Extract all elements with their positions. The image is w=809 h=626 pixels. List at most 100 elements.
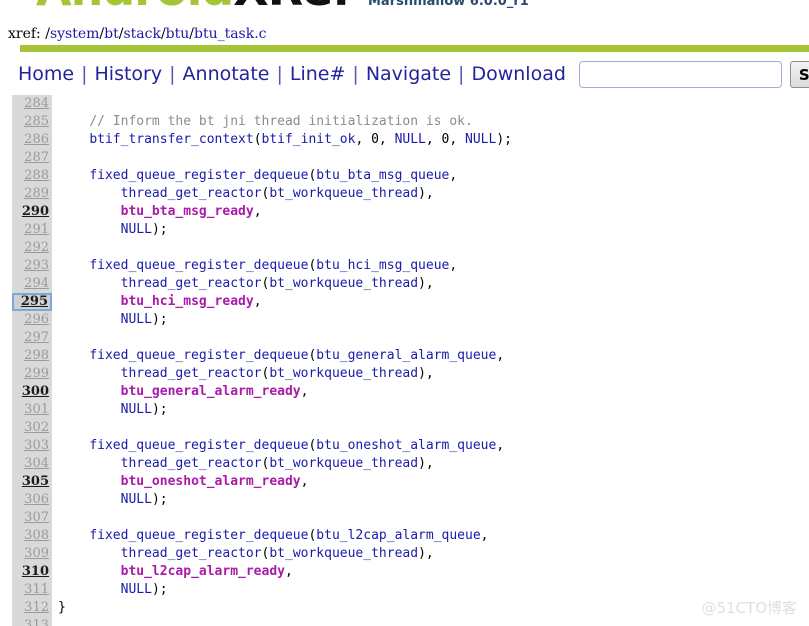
code-punctuation bbox=[58, 312, 121, 327]
code-punctuation bbox=[58, 492, 121, 507]
line-number-310[interactable]: 310 bbox=[12, 563, 52, 581]
code-definition-link[interactable]: btu_oneshot_alarm_ready bbox=[121, 474, 301, 489]
code-punctuation: ), bbox=[418, 456, 434, 471]
code-definition-link[interactable]: btu_hci_msg_ready bbox=[121, 294, 254, 309]
code-identifier-link[interactable]: NULL bbox=[465, 132, 496, 147]
nav-link-navigate[interactable]: Navigate bbox=[359, 54, 458, 94]
line-number-309[interactable]: 309 bbox=[12, 545, 52, 563]
code-identifier-link[interactable]: fixed_queue_register_dequeue bbox=[89, 258, 308, 273]
line-number-311[interactable]: 311 bbox=[12, 581, 52, 599]
code-identifier-link[interactable]: btif_init_ok bbox=[262, 132, 356, 147]
code-line-text: btif_transfer_context(btif_init_ok, 0, N… bbox=[58, 131, 512, 149]
line-number-296[interactable]: 296 bbox=[12, 311, 52, 329]
line-number-286[interactable]: 286 bbox=[12, 131, 52, 149]
xref-label: xref: bbox=[8, 26, 46, 42]
nav-link-download[interactable]: Download bbox=[464, 54, 572, 94]
code-line-text: NULL); bbox=[58, 221, 168, 239]
code-identifier-link[interactable]: fixed_queue_register_dequeue bbox=[89, 168, 308, 183]
xref-path-segment-btu[interactable]: btu bbox=[166, 26, 190, 42]
line-number-284[interactable]: 284 bbox=[12, 95, 52, 113]
source-code-viewer[interactable]: 284 285 // Inform the bt jni thread initi… bbox=[0, 95, 809, 626]
nav-link-annotate[interactable]: Annotate bbox=[176, 54, 277, 94]
breadcrumb-xref-path: xref: /system/bt/stack/btu/btu_task.c bbox=[0, 24, 809, 44]
line-number-295[interactable]: 295 bbox=[12, 293, 52, 311]
code-definition-link[interactable]: btu_general_alarm_ready bbox=[121, 384, 301, 399]
line-number-299[interactable]: 299 bbox=[12, 365, 52, 383]
line-number-298[interactable]: 298 bbox=[12, 347, 52, 365]
code-punctuation bbox=[58, 258, 89, 273]
code-identifier-link[interactable]: btu_hci_msg_queue bbox=[316, 258, 449, 273]
code-definition-link[interactable]: btu_bta_msg_ready bbox=[121, 204, 254, 219]
code-comment: // Inform the bt jni thread initializati… bbox=[89, 114, 473, 129]
code-punctuation bbox=[58, 276, 121, 291]
code-line-text: btu_l2cap_alarm_ready, bbox=[58, 563, 293, 581]
line-number-285[interactable]: 285 bbox=[12, 113, 52, 131]
xref-path-segment-bt[interactable]: bt bbox=[104, 26, 119, 42]
code-punctuation bbox=[58, 384, 121, 399]
code-identifier-link[interactable]: NULL bbox=[395, 132, 426, 147]
code-identifier-link[interactable]: btu_bta_msg_queue bbox=[316, 168, 449, 183]
line-number-293[interactable]: 293 bbox=[12, 257, 52, 275]
line-number-307[interactable]: 307 bbox=[12, 509, 52, 527]
line-number-301[interactable]: 301 bbox=[12, 401, 52, 419]
line-number-291[interactable]: 291 bbox=[12, 221, 52, 239]
line-number-306[interactable]: 306 bbox=[12, 491, 52, 509]
code-identifier-link[interactable]: bt_workqueue_thread bbox=[269, 276, 418, 291]
code-line-text: btu_bta_msg_ready, bbox=[58, 203, 262, 221]
code-line-text: fixed_queue_register_dequeue(btu_general… bbox=[58, 347, 504, 365]
code-identifier-link[interactable]: bt_workqueue_thread bbox=[269, 546, 418, 561]
code-identifier-link[interactable]: thread_get_reactor bbox=[121, 276, 262, 291]
xref-path-segment-system[interactable]: system bbox=[50, 26, 99, 42]
line-number-297[interactable]: 297 bbox=[12, 329, 52, 347]
nav-link-line[interactable]: Line# bbox=[283, 54, 353, 94]
line-number-294[interactable]: 294 bbox=[12, 275, 52, 293]
code-identifier-link[interactable]: NULL bbox=[121, 582, 152, 597]
code-identifier-link[interactable]: bt_workqueue_thread bbox=[269, 186, 418, 201]
line-number-312[interactable]: 312 bbox=[12, 599, 52, 617]
line-number-292[interactable]: 292 bbox=[12, 239, 52, 257]
line-number-290[interactable]: 290 bbox=[12, 203, 52, 221]
code-line: 292 bbox=[0, 239, 809, 257]
code-identifier-link[interactable]: bt_workqueue_thread bbox=[269, 366, 418, 381]
code-punctuation bbox=[58, 582, 121, 597]
androidxref-logo[interactable]: AndroidXRef bbox=[36, 0, 352, 12]
code-punctuation: , bbox=[300, 474, 309, 489]
line-number-288[interactable]: 288 bbox=[12, 167, 52, 185]
line-number-303[interactable]: 303 bbox=[12, 437, 52, 455]
code-identifier-link[interactable]: fixed_queue_register_dequeue bbox=[89, 438, 308, 453]
code-identifier-link[interactable]: NULL bbox=[121, 312, 152, 327]
search-button[interactable]: Search bbox=[789, 60, 809, 88]
code-identifier-link[interactable]: thread_get_reactor bbox=[121, 366, 262, 381]
code-line-text: // Inform the bt jni thread initializati… bbox=[58, 113, 473, 131]
code-identifier-link[interactable]: thread_get_reactor bbox=[121, 456, 262, 471]
line-number-302[interactable]: 302 bbox=[12, 419, 52, 437]
code-identifier-link[interactable]: thread_get_reactor bbox=[121, 186, 262, 201]
line-number-308[interactable]: 308 bbox=[12, 527, 52, 545]
code-identifier-link[interactable]: btu_l2cap_alarm_queue bbox=[316, 528, 480, 543]
code-line: 293 fixed_queue_register_dequeue(btu_hci… bbox=[0, 257, 809, 275]
code-identifier-link[interactable]: btu_general_alarm_queue bbox=[316, 348, 496, 363]
code-identifier-link[interactable]: bt_workqueue_thread bbox=[269, 456, 418, 471]
nav-link-home[interactable]: Home bbox=[0, 54, 81, 94]
line-number-304[interactable]: 304 bbox=[12, 455, 52, 473]
code-identifier-link[interactable]: fixed_queue_register_dequeue bbox=[89, 528, 308, 543]
line-number-305[interactable]: 305 bbox=[12, 473, 52, 491]
xref-path-segment-stack[interactable]: stack bbox=[123, 26, 160, 42]
code-identifier-link[interactable]: NULL bbox=[121, 222, 152, 237]
code-definition-link[interactable]: btu_l2cap_alarm_ready bbox=[121, 564, 285, 579]
code-identifier-link[interactable]: NULL bbox=[121, 402, 152, 417]
nav-link-history[interactable]: History bbox=[88, 54, 170, 94]
code-identifier-link[interactable]: fixed_queue_register_dequeue bbox=[89, 348, 308, 363]
xref-path-segment-btu-task-c[interactable]: btu_task.c bbox=[194, 26, 267, 42]
search-input[interactable] bbox=[578, 60, 782, 88]
code-line: 299 thread_get_reactor(bt_workqueue_thre… bbox=[0, 365, 809, 383]
line-number-289[interactable]: 289 bbox=[12, 185, 52, 203]
line-number-287[interactable]: 287 bbox=[12, 149, 52, 167]
line-number-313[interactable]: 313 bbox=[12, 617, 52, 626]
code-identifier-link[interactable]: NULL bbox=[121, 492, 152, 507]
code-identifier-link[interactable]: btif_transfer_context bbox=[89, 132, 253, 147]
code-punctuation bbox=[58, 474, 121, 489]
line-number-300[interactable]: 300 bbox=[12, 383, 52, 401]
code-identifier-link[interactable]: thread_get_reactor bbox=[121, 546, 262, 561]
code-identifier-link[interactable]: btu_oneshot_alarm_queue bbox=[316, 438, 496, 453]
